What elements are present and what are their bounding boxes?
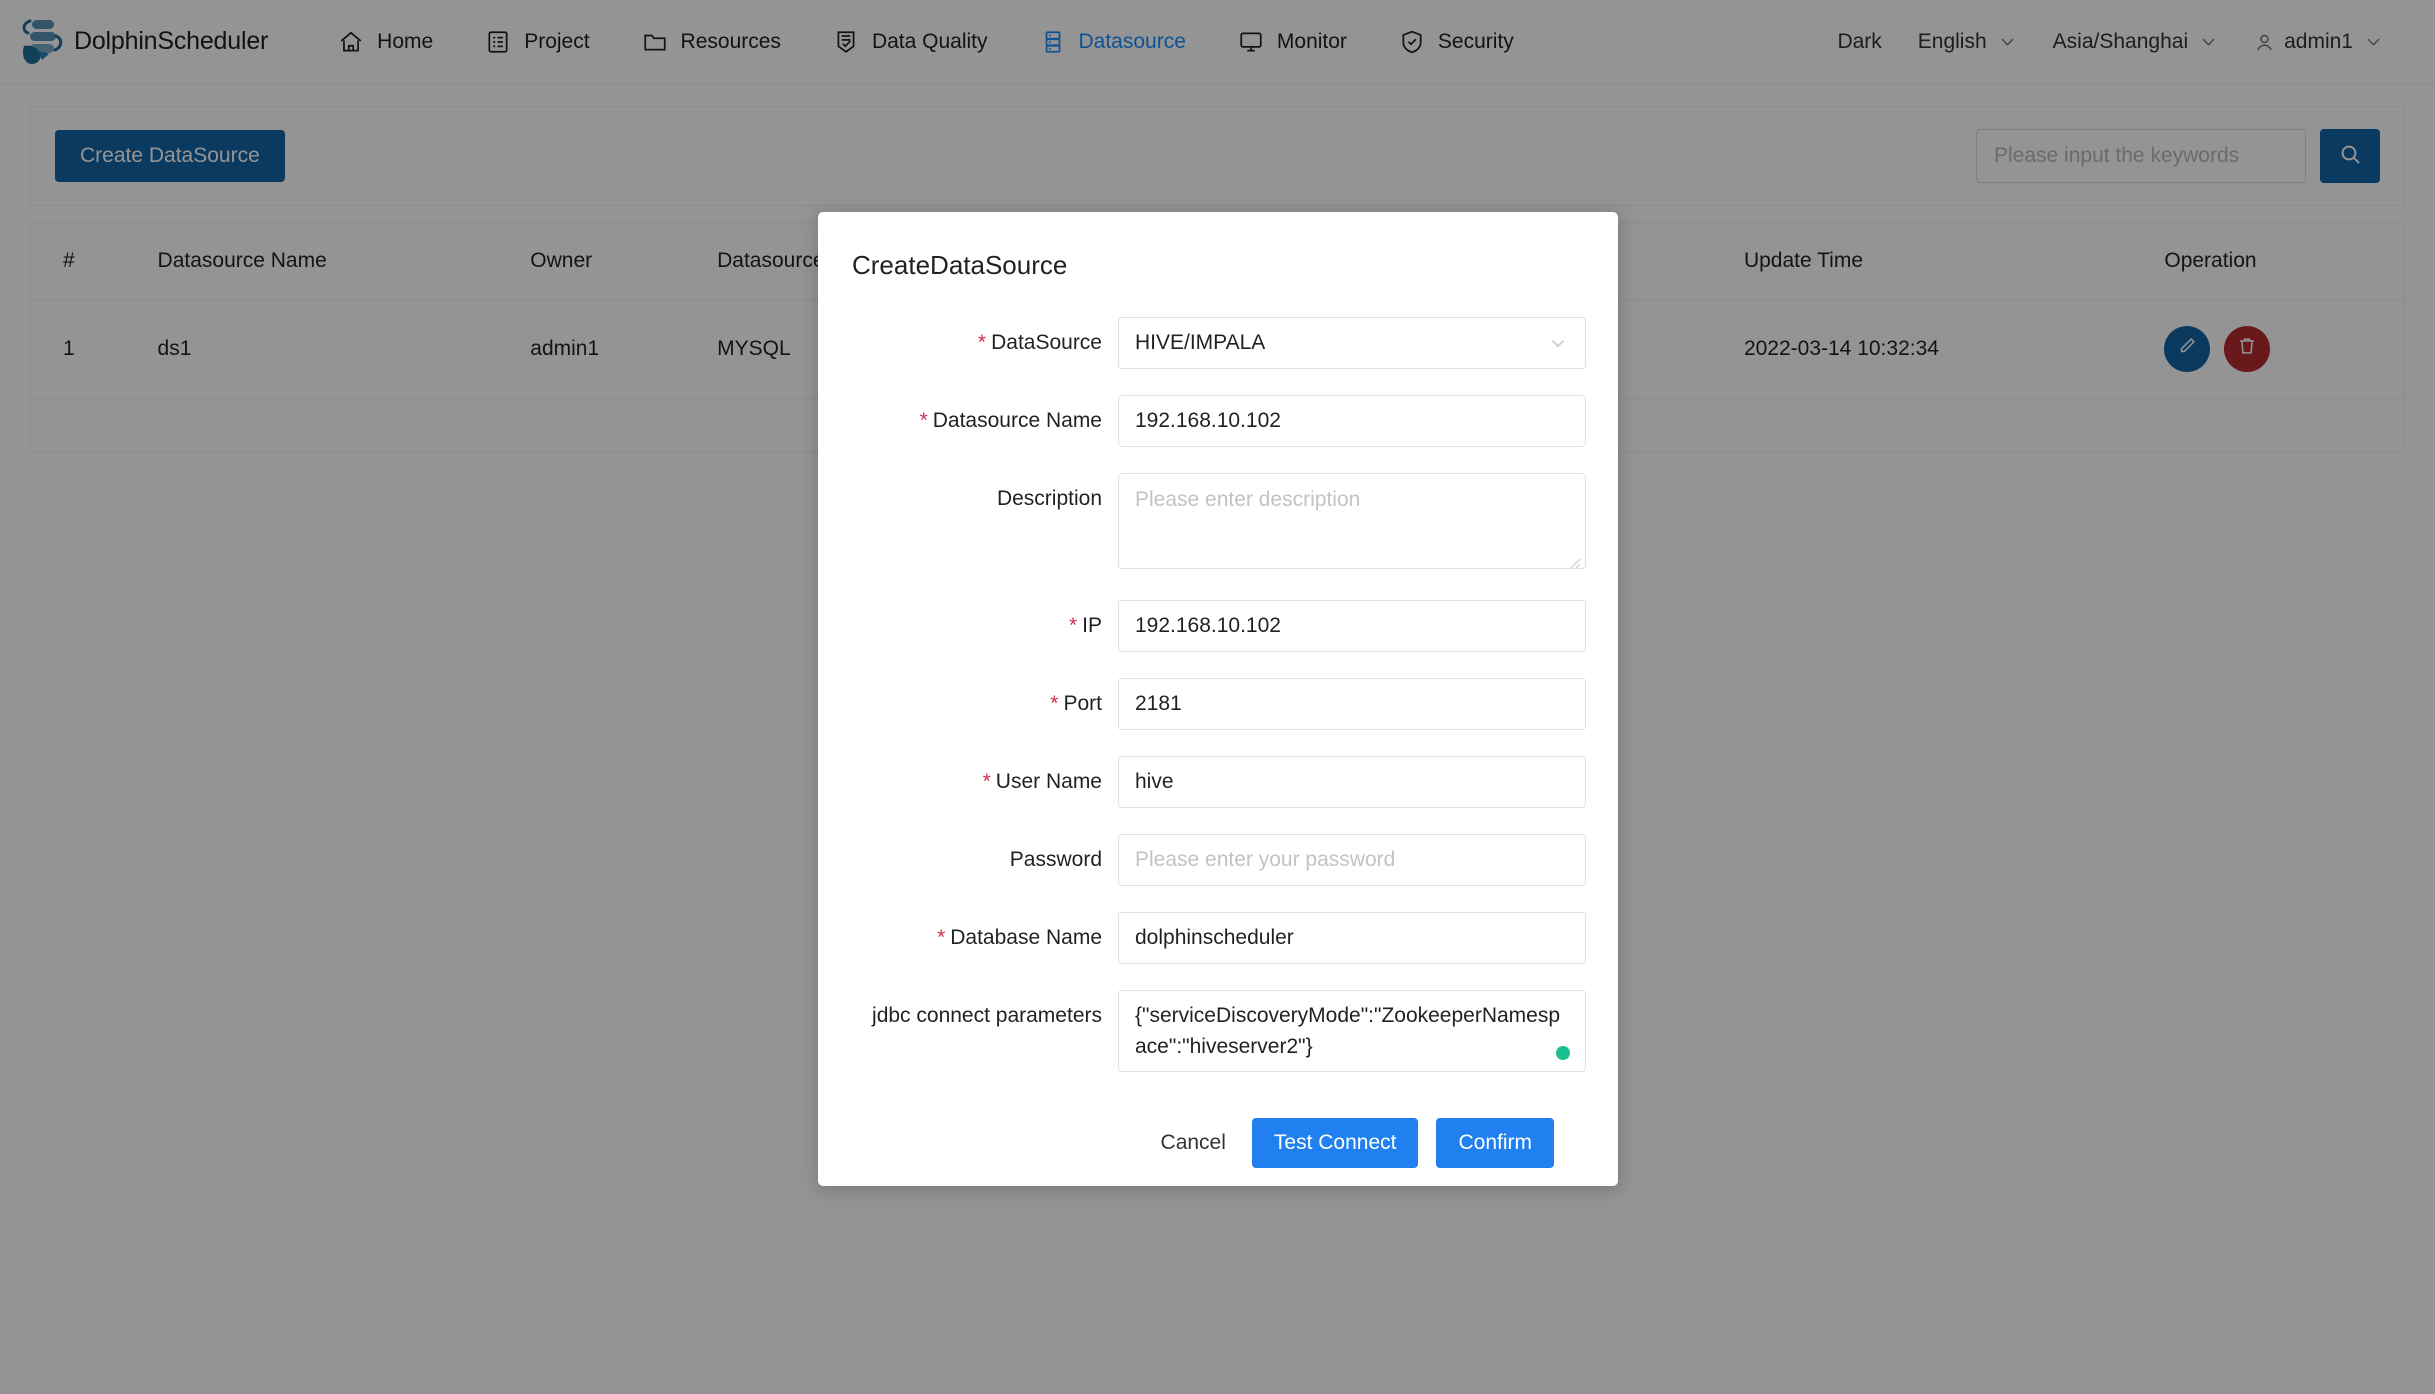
label-user-name-text: User Name <box>996 770 1102 793</box>
password-input[interactable] <box>1118 834 1586 886</box>
modal-title: CreateDataSource <box>818 212 1618 281</box>
jdbc-parameters-input[interactable]: {"serviceDiscoveryMode":"ZookeeperNamesp… <box>1118 990 1586 1072</box>
form-row-ip: *IP <box>850 600 1586 652</box>
form-row-database-name: *Database Name <box>850 912 1586 964</box>
label-port: *Port <box>850 678 1118 730</box>
label-database-name-text: Database Name <box>950 926 1102 949</box>
create-datasource-form: *DataSource HIVE/IMPALA *Datasource Name <box>818 281 1618 1168</box>
create-datasource-modal: CreateDataSource *DataSource HIVE/IMPALA… <box>818 212 1618 1186</box>
field-datasource: HIVE/IMPALA <box>1118 317 1586 369</box>
required-marker: * <box>920 409 928 432</box>
field-user-name <box>1118 756 1586 808</box>
field-database-name <box>1118 912 1586 964</box>
required-marker: * <box>978 331 986 354</box>
field-port <box>1118 678 1586 730</box>
label-password: Password <box>850 834 1118 886</box>
label-description: Description <box>850 473 1118 525</box>
label-ip-text: IP <box>1082 614 1102 637</box>
datasource-select[interactable]: HIVE/IMPALA <box>1118 317 1586 369</box>
label-password-text: Password <box>1010 848 1102 871</box>
field-jdbc: {"serviceDiscoveryMode":"ZookeeperNamesp… <box>1118 990 1586 1072</box>
form-row-jdbc: jdbc connect parameters {"serviceDiscove… <box>850 990 1586 1072</box>
label-description-text: Description <box>997 487 1102 510</box>
modal-footer: Cancel Test Connect Confirm <box>850 1098 1586 1168</box>
cancel-button[interactable]: Cancel <box>1153 1119 1234 1167</box>
label-port-text: Port <box>1063 692 1102 715</box>
label-jdbc-text: jdbc connect parameters <box>872 1004 1102 1027</box>
port-input[interactable] <box>1118 678 1586 730</box>
label-datasource-name-text: Datasource Name <box>933 409 1102 432</box>
datasource-name-input[interactable] <box>1118 395 1586 447</box>
confirm-button[interactable]: Confirm <box>1436 1118 1554 1168</box>
label-datasource-text: DataSource <box>991 331 1102 354</box>
field-password <box>1118 834 1586 886</box>
label-ip: *IP <box>850 600 1118 652</box>
form-row-password: Password <box>850 834 1586 886</box>
field-datasource-name <box>1118 395 1586 447</box>
field-ip <box>1118 600 1586 652</box>
form-row-user-name: *User Name <box>850 756 1586 808</box>
required-marker: * <box>983 770 991 793</box>
field-description <box>1118 473 1586 574</box>
user-name-input[interactable] <box>1118 756 1586 808</box>
database-name-input[interactable] <box>1118 912 1586 964</box>
label-datasource-name: *Datasource Name <box>850 395 1118 447</box>
form-row-port: *Port <box>850 678 1586 730</box>
required-marker: * <box>937 926 945 949</box>
form-row-datasource-name: *Datasource Name <box>850 395 1586 447</box>
test-connect-button[interactable]: Test Connect <box>1252 1118 1419 1168</box>
ip-input[interactable] <box>1118 600 1586 652</box>
required-marker: * <box>1050 692 1058 715</box>
label-user-name: *User Name <box>850 756 1118 808</box>
label-datasource: *DataSource <box>850 317 1118 369</box>
datasource-select-value: HIVE/IMPALA <box>1135 331 1265 355</box>
chevron-down-icon <box>1547 332 1569 354</box>
status-dot-icon <box>1556 1046 1570 1060</box>
form-row-datasource: *DataSource HIVE/IMPALA <box>850 317 1586 369</box>
label-jdbc: jdbc connect parameters <box>850 990 1118 1042</box>
jdbc-parameters-value: {"serviceDiscoveryMode":"ZookeeperNamesp… <box>1135 1004 1560 1058</box>
description-textarea[interactable] <box>1118 473 1586 569</box>
label-database-name: *Database Name <box>850 912 1118 964</box>
form-row-description: Description <box>850 473 1586 574</box>
required-marker: * <box>1069 614 1077 637</box>
